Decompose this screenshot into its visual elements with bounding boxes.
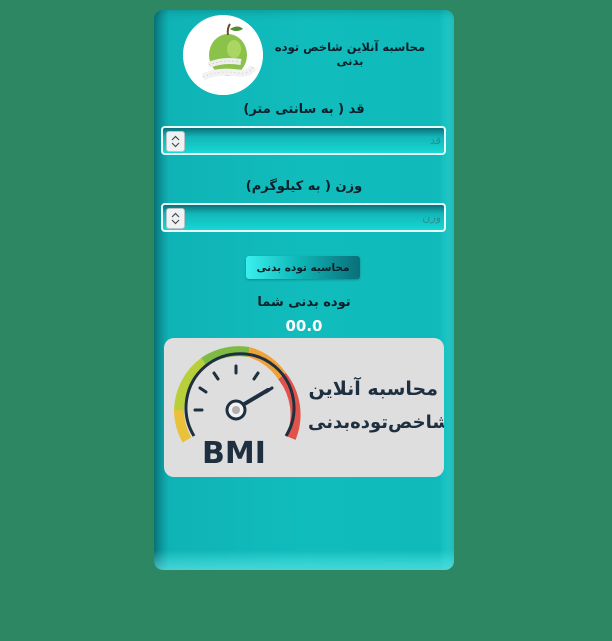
height-input[interactable] bbox=[187, 128, 444, 153]
bmi-calculator-card: محاسبه آنلاین شاخص توده بدنی قد ( به سان… bbox=[154, 10, 454, 570]
weight-label: وزن ( به کیلوگرم) bbox=[245, 179, 363, 194]
height-label: قد ( به سانتی متر) bbox=[243, 102, 365, 117]
banner-subheading: شاخص‌توده‌بدنی bbox=[308, 412, 444, 433]
result-label: توده بدنی شما bbox=[257, 295, 351, 310]
apple-measuring-tape-icon bbox=[183, 15, 263, 95]
weight-field[interactable] bbox=[161, 203, 446, 232]
banner-heading: محاسبه آنلاین bbox=[308, 378, 438, 400]
calculate-bmi-button[interactable]: محاسبه توده بدنی bbox=[246, 256, 360, 279]
bmi-gauge-label: BMI bbox=[202, 436, 266, 471]
page-title: محاسبه آنلاین شاخص توده بدنی bbox=[274, 40, 426, 68]
stepper-arrows-icon bbox=[171, 212, 180, 225]
bmi-banner: BMI محاسبه آنلاین شاخص‌توده‌بدنی bbox=[164, 338, 444, 477]
weight-input[interactable] bbox=[187, 205, 444, 230]
height-stepper[interactable] bbox=[166, 131, 185, 152]
weight-stepper[interactable] bbox=[166, 208, 185, 229]
height-field[interactable] bbox=[161, 126, 446, 155]
bmi-result-value: 00.0 bbox=[285, 317, 323, 335]
stepper-arrows-icon bbox=[171, 135, 180, 148]
